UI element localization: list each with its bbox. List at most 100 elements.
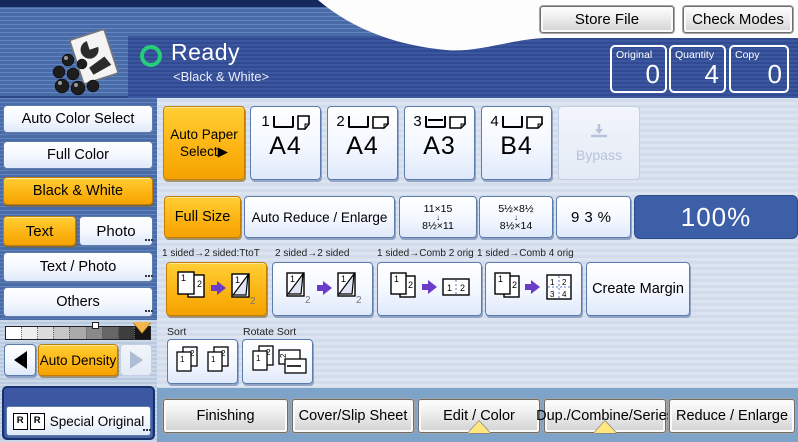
paper-landscape-icon xyxy=(449,116,466,129)
dup-combine-series-tab[interactable]: Dup./Combine/Series xyxy=(544,399,666,433)
svg-text:4: 4 xyxy=(562,290,567,299)
svg-text:1: 1 xyxy=(550,278,555,287)
original-counter-value: 0 xyxy=(646,59,660,90)
edit-color-tab[interactable]: Edit / Color xyxy=(418,399,540,433)
auto-color-select-button[interactable]: Auto Color Select xyxy=(3,105,153,133)
svg-text:1: 1 xyxy=(498,274,503,284)
special-original-button[interactable]: R R Special Original xyxy=(6,406,151,436)
full-size-label: Full Size xyxy=(175,209,231,225)
type-others-label: Others xyxy=(56,294,100,310)
tray-size-label: A4 xyxy=(269,132,302,161)
svg-text:2: 2 xyxy=(408,280,413,290)
arrow-left-icon xyxy=(14,351,27,369)
current-zoom-value: 100% xyxy=(681,202,752,233)
tray-1-button[interactable]: 1 A4 xyxy=(250,106,321,180)
rotate-sort-icon: 2 1 2 xyxy=(247,344,309,380)
2sided-to-2sided-icon: 1 2 1 2 xyxy=(277,268,369,310)
density-marker xyxy=(92,322,99,329)
type-photo-button[interactable]: Photo xyxy=(79,216,153,246)
more-options-dots xyxy=(145,310,147,312)
tray-number: 3 xyxy=(413,115,421,129)
auto-reduce-enlarge-label: Auto Reduce / Enlarge xyxy=(252,210,388,225)
auto-density-button[interactable]: Auto Density xyxy=(38,344,118,376)
type-others-button[interactable]: Others xyxy=(3,287,153,317)
density-scale[interactable] xyxy=(5,326,151,340)
auto-paper-select-button[interactable]: Auto Paper Select▶ xyxy=(163,106,245,180)
combine-2-originals-icon: 2 1 1 2 xyxy=(383,268,477,310)
svg-text:2: 2 xyxy=(356,295,362,306)
paper-tray-icon xyxy=(348,116,369,128)
duplex-1sided-2sided-button[interactable]: 2 1 1 2 xyxy=(166,262,267,316)
svg-text:2: 2 xyxy=(305,295,311,306)
auto-reduce-enlarge-button[interactable]: Auto Reduce / Enlarge xyxy=(244,196,395,238)
full-color-label: Full Color xyxy=(47,147,109,163)
1sided-to-2sided-icon: 2 1 1 2 xyxy=(171,268,263,310)
zoom-preset-5x8-button[interactable]: 5½×8½ ↓ 8½×14 xyxy=(479,196,553,238)
full-size-button[interactable]: Full Size xyxy=(164,196,241,238)
store-file-button[interactable]: Store File xyxy=(540,6,674,33)
auto-color-select-label: Auto Color Select xyxy=(22,111,135,127)
sort-button[interactable]: 2 1 2 1 xyxy=(167,339,238,384)
combine-2-originals-button[interactable]: 2 1 1 2 xyxy=(377,262,482,316)
duplex-2sided-2sided-button[interactable]: 1 2 1 2 xyxy=(272,262,373,316)
finishing-label: Finishing xyxy=(196,408,254,424)
paper-landscape-icon xyxy=(372,116,389,129)
tray-number: 2 xyxy=(336,115,344,129)
cover-slip-sheet-label: Cover/Slip Sheet xyxy=(299,408,408,424)
svg-text:2: 2 xyxy=(512,280,517,290)
bypass-feed-icon xyxy=(588,123,610,139)
svg-text:3: 3 xyxy=(550,290,555,299)
reduce-enlarge-label: Reduce / Enlarge xyxy=(676,408,788,424)
create-margin-label: Create Margin xyxy=(592,281,684,297)
quantity-counter-value: 4 xyxy=(705,59,719,90)
preset-from-size: 11×15 xyxy=(424,204,453,214)
tray-2-button[interactable]: 2 A4 xyxy=(327,106,398,180)
original-r-rotated-icon: R xyxy=(30,413,45,430)
type-photo-label: Photo xyxy=(96,223,135,240)
full-color-button[interactable]: Full Color xyxy=(3,141,153,169)
cover-slip-sheet-tab[interactable]: Cover/Slip Sheet xyxy=(292,399,414,433)
sort-label: Sort xyxy=(167,326,186,338)
bypass-button[interactable]: Bypass xyxy=(558,106,640,180)
tray-size-label: A4 xyxy=(346,132,379,161)
svg-text:1: 1 xyxy=(447,283,452,293)
copy-counter-value: 0 xyxy=(768,59,782,90)
active-feature-indicator-icon xyxy=(594,421,616,433)
svg-text:2: 2 xyxy=(250,296,256,307)
check-modes-button[interactable]: Check Modes xyxy=(683,6,793,33)
combine-4-originals-button[interactable]: 2 1 12 34 xyxy=(485,262,582,316)
check-modes-label: Check Modes xyxy=(692,11,784,28)
copier-touch-panel: Ready <Black & White> Store File Check M… xyxy=(0,0,798,442)
svg-text:1: 1 xyxy=(211,355,216,364)
original-r-icon: R xyxy=(13,413,28,430)
type-text-photo-button[interactable]: Text / Photo xyxy=(3,252,153,282)
zoom-93-button[interactable]: 93% xyxy=(556,196,631,238)
duplex-2to2-label: 2 sided→2 sided xyxy=(275,248,350,259)
original-counter: Original 0 xyxy=(610,45,667,93)
density-darker-button[interactable] xyxy=(120,344,152,376)
more-options-dots xyxy=(145,275,147,277)
finishing-tab[interactable]: Finishing xyxy=(163,399,288,433)
status-mode-text: <Black & White> xyxy=(173,69,269,84)
svg-text:1: 1 xyxy=(341,274,346,284)
preset-from-size: 5½×8½ xyxy=(498,204,533,214)
tray-number: 1 xyxy=(261,115,269,129)
density-lighter-button[interactable] xyxy=(4,344,36,376)
svg-text:2: 2 xyxy=(562,278,567,287)
svg-text:1: 1 xyxy=(181,273,186,283)
tray-3-button[interactable]: 3 A3 xyxy=(404,106,475,180)
type-text-button[interactable]: Text xyxy=(3,216,76,246)
preset-to-size: 8½×11 xyxy=(422,221,454,231)
paper-tray-icon xyxy=(502,116,523,128)
zoom-preset-11x15-button[interactable]: 11×15 ↓ 8½×11 xyxy=(399,196,477,238)
rotate-sort-label: Rotate Sort xyxy=(243,326,296,338)
rotate-sort-button[interactable]: 2 1 2 xyxy=(242,339,313,384)
create-margin-button[interactable]: Create Margin xyxy=(586,262,690,316)
svg-text:1: 1 xyxy=(256,354,261,363)
status-ready-icon xyxy=(140,45,162,67)
black-white-button[interactable]: Black & White xyxy=(3,177,153,205)
reduce-enlarge-tab[interactable]: Reduce / Enlarge xyxy=(669,399,795,433)
combine-2-label: 1 sided→Comb 2 orig xyxy=(377,248,474,259)
paper-tray-icon xyxy=(425,116,446,128)
tray-4-button[interactable]: 4 B4 xyxy=(481,106,552,180)
